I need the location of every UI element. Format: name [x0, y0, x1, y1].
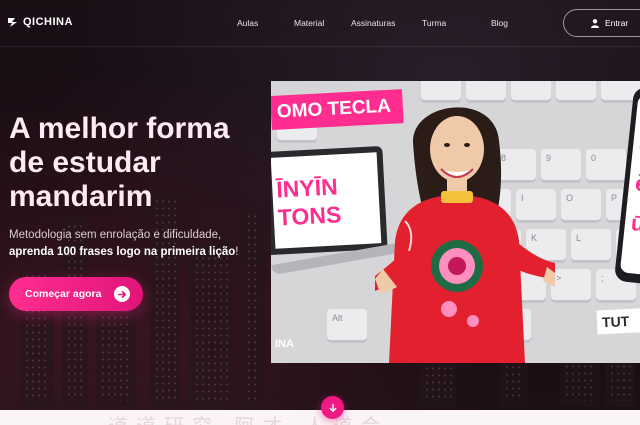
hero-subtitle: Metodologia sem enrolação e dificuldade,…: [9, 227, 269, 261]
video-thumbnail[interactable]: F4 F5 F6 F7 F8 F9 7 8 9 0 U I O P J K L …: [271, 81, 640, 363]
hero-title: A melhor forma de estudar mandarim: [9, 112, 269, 214]
top-navbar: QICHINA Aulas Material Assinaturas Turma…: [0, 0, 640, 47]
keyboard-key: Alt: [327, 309, 367, 343]
nav-item-blog[interactable]: Blog: [491, 18, 508, 28]
hero-title-line: A melhor forma: [9, 112, 230, 145]
hero-title-line: de estudar: [9, 146, 161, 179]
presenter-photo: [375, 107, 555, 363]
hero-subtitle-end: !: [235, 246, 239, 258]
tutorial-tag: TUT: [596, 307, 640, 335]
laptop-screen: ĪNYĪN TONS: [271, 145, 388, 256]
next-section-strip: 道道研究 阿才 人道会: [0, 410, 640, 425]
nav-item-material[interactable]: Material: [294, 18, 324, 28]
nav-item-assinaturas[interactable]: Assinaturas: [351, 18, 395, 28]
nav-item-aulas[interactable]: Aulas: [237, 18, 258, 28]
hero-subtitle-bold: aprenda 100 frases logo na primeira liçã…: [9, 246, 236, 258]
next-section-text: 道道研究 阿才 人道会: [108, 410, 389, 425]
keyboard-key: O: [561, 189, 601, 223]
keyboard-key: >: [551, 269, 591, 303]
keyboard-key: F7: [556, 81, 596, 103]
hero-title-line: mandarim: [9, 180, 153, 213]
laptop-text: TONS: [277, 200, 342, 231]
laptop-display: ĪNYĪN TONS: [271, 152, 382, 249]
user-icon: [591, 18, 599, 28]
arrow-down-icon: [329, 403, 336, 412]
keyboard-key: 0: [586, 149, 626, 183]
phone-char: ě: [633, 170, 640, 197]
login-button[interactable]: Entrar: [563, 9, 640, 37]
login-label: Entrar: [605, 18, 629, 28]
nav-item-turma[interactable]: Turma: [422, 18, 446, 28]
scroll-down-button[interactable]: [321, 396, 344, 419]
title-banner: OMO TECLA: [271, 89, 404, 130]
nav-links: Aulas Material Assinaturas Turma Blog: [0, 18, 640, 30]
phone-char: ū: [629, 210, 640, 237]
hero-subtitle-text: Metodologia sem enrolação e dificuldade,: [9, 229, 222, 241]
laptop-illustration: ĪNYĪN TONS: [271, 145, 411, 276]
arrow-right-icon: [114, 286, 130, 302]
keyboard-key: L: [571, 229, 611, 263]
start-now-label: Começar agora: [25, 288, 102, 300]
thumbnail-brand: INA: [275, 338, 294, 350]
start-now-button[interactable]: Começar agora: [9, 277, 143, 311]
